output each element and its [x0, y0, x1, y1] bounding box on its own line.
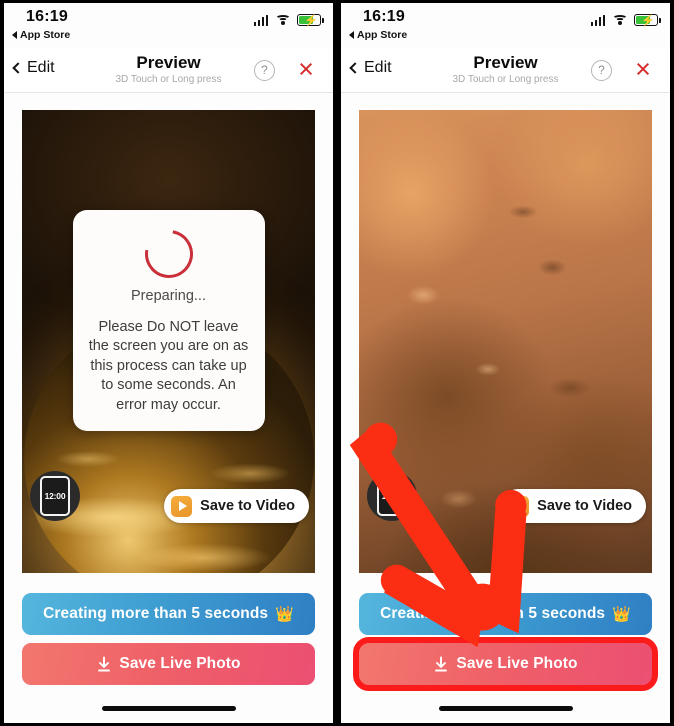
screenshot-stage: 16:19 App Store ⚡ Edit Preview 3D Touch …	[0, 0, 674, 726]
save-live-photo-label: Save Live Photo	[456, 655, 578, 672]
save-to-video-label: Save to Video	[200, 498, 295, 514]
save-to-video-button[interactable]: Save to Video	[164, 489, 309, 523]
upgrade-button[interactable]: Creating more than 5 seconds 👑	[22, 593, 315, 635]
dialog-body-text: Please Do NOT leave the screen you are o…	[88, 319, 249, 413]
crown-icon: 👑	[275, 606, 294, 623]
signal-bars-icon	[253, 14, 268, 26]
phone-icon: 12:00	[40, 476, 70, 516]
back-triangle-icon	[349, 31, 354, 39]
edit-back-label: Edit	[27, 59, 55, 76]
chevron-left-icon	[349, 62, 361, 74]
preview-canvas[interactable]: Preparing... Please Do NOT leave the scr…	[22, 110, 315, 573]
signal-bars-icon	[590, 14, 605, 26]
edit-back-button[interactable]: Edit	[12, 59, 55, 77]
edit-back-button[interactable]: Edit	[349, 59, 392, 77]
thumbnail-time-label: 12:00	[44, 491, 66, 501]
save-live-photo-button[interactable]: Save Live Photo	[22, 643, 315, 685]
preparing-dialog: Preparing... Please Do NOT leave the scr…	[72, 210, 265, 432]
media-preview-area: Preparing... Please Do NOT leave the scr…	[4, 93, 333, 593]
crown-icon: 👑	[612, 606, 631, 623]
home-indicator	[341, 693, 670, 723]
status-bar-time: 16:19	[363, 8, 405, 25]
save-live-photo-button[interactable]: Save Live Photo	[359, 643, 652, 685]
upgrade-button[interactable]: Creating more than 5 seconds 👑	[359, 593, 652, 635]
save-live-photo-label: Save Live Photo	[119, 655, 241, 672]
back-triangle-icon	[12, 31, 17, 39]
download-icon	[96, 656, 112, 673]
status-bar: 16:19 App Store ⚡	[4, 3, 333, 49]
status-bar-back-label: App Store	[357, 29, 408, 41]
save-to-video-label: Save to Video	[537, 498, 632, 514]
status-bar-indicators: ⚡	[253, 14, 324, 27]
upgrade-button-label: Creating more than 5 seconds	[43, 605, 269, 622]
status-bar-indicators: ⚡	[590, 14, 661, 27]
action-buttons: Creating more than 5 seconds 👑 Save Live…	[4, 593, 333, 693]
close-icon[interactable]: ×	[630, 56, 656, 83]
battery-charging-icon: ⚡	[297, 14, 324, 27]
phone-panel-right: 16:19 App Store ⚡ Edit Preview 3D Touch …	[337, 0, 674, 726]
phone-icon: 12:00	[377, 476, 407, 516]
help-icon[interactable]: ?	[254, 60, 275, 81]
edit-back-label: Edit	[364, 59, 392, 76]
clock-thumbnail[interactable]: 12:00	[367, 471, 417, 521]
battery-charging-icon: ⚡	[634, 14, 661, 27]
upgrade-button-label: Creating more than 5 seconds	[380, 605, 606, 622]
clock-thumbnail[interactable]: 12:00	[30, 471, 80, 521]
loading-spinner-icon	[135, 220, 202, 288]
status-bar-time: 16:19	[26, 8, 68, 25]
video-play-icon	[508, 495, 530, 517]
video-play-icon	[171, 495, 193, 517]
phone-panel-left: 16:19 App Store ⚡ Edit Preview 3D Touch …	[0, 0, 337, 726]
status-bar: 16:19 App Store ⚡	[341, 3, 670, 49]
status-bar-back-label: App Store	[20, 29, 71, 41]
navigation-bar: Edit Preview 3D Touch or Long press ? ×	[341, 49, 670, 93]
wifi-icon	[275, 14, 290, 26]
wifi-icon	[612, 14, 627, 26]
media-preview-area: 12:00 Save to Video	[341, 93, 670, 593]
preview-canvas[interactable]: 12:00 Save to Video	[359, 110, 652, 573]
status-bar-back-to-app-store[interactable]: App Store	[349, 29, 407, 41]
save-to-video-button[interactable]: Save to Video	[501, 489, 646, 523]
home-indicator	[4, 693, 333, 723]
thumbnail-time-label: 12:00	[381, 491, 403, 501]
chevron-left-icon	[12, 62, 24, 74]
action-buttons: Creating more than 5 seconds 👑 Save Live…	[341, 593, 670, 693]
dialog-status-text: Preparing...	[131, 288, 206, 304]
download-icon	[433, 656, 449, 673]
help-icon[interactable]: ?	[591, 60, 612, 81]
navigation-bar: Edit Preview 3D Touch or Long press ? ×	[4, 49, 333, 93]
status-bar-back-to-app-store[interactable]: App Store	[12, 29, 70, 41]
close-icon[interactable]: ×	[293, 56, 319, 83]
